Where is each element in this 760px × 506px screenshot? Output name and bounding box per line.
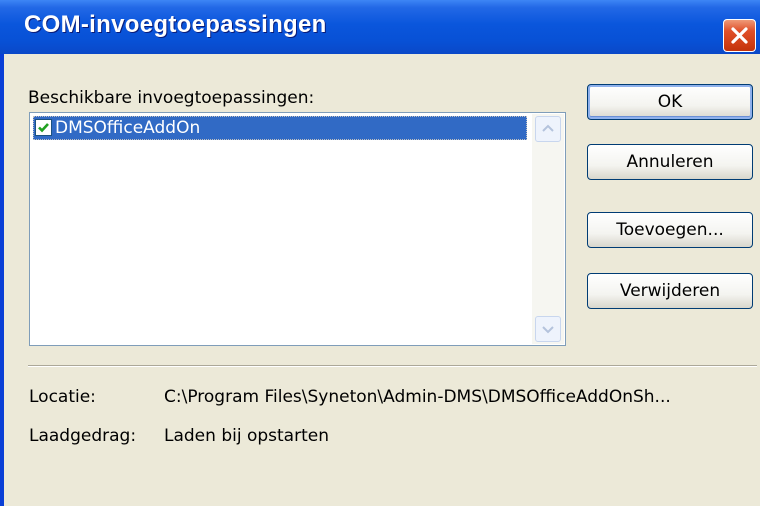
list-item[interactable]: DMSOfficeAddOn bbox=[33, 116, 527, 140]
close-button[interactable] bbox=[723, 19, 756, 52]
close-icon bbox=[731, 27, 748, 44]
dialog-window: COM-invoegtoepassingen Beschikbare invoe… bbox=[0, 0, 760, 506]
chevron-up-icon bbox=[542, 124, 554, 132]
addins-listbox[interactable]: DMSOfficeAddOn bbox=[29, 112, 566, 346]
available-label-text: Beschikbare invoegtoepassingen: bbox=[28, 88, 315, 108]
chevron-down-icon bbox=[542, 326, 554, 334]
vertical-scrollbar[interactable] bbox=[532, 114, 564, 344]
dialog-body: Beschikbare invoegtoepassingen: DMSOffic… bbox=[4, 54, 760, 506]
focus-rectangle bbox=[33, 116, 527, 140]
load-behavior-label: Laadgedrag: bbox=[29, 426, 137, 446]
remove-button[interactable]: Verwijderen bbox=[587, 273, 753, 309]
load-behavior-value: Laden bij opstarten bbox=[164, 426, 329, 446]
location-label: Locatie: bbox=[29, 387, 96, 407]
add-button[interactable]: Toevoegen... bbox=[587, 212, 753, 248]
ok-button[interactable]: OK bbox=[587, 84, 753, 120]
location-value: C:\Program Files\Syneton\Admin-DMS\DMSOf… bbox=[164, 387, 671, 407]
separator bbox=[28, 365, 757, 367]
cancel-button[interactable]: Annuleren bbox=[587, 144, 753, 180]
scroll-down-button[interactable] bbox=[535, 316, 561, 342]
title-bar[interactable]: COM-invoegtoepassingen bbox=[0, 0, 760, 54]
available-addins-label: Beschikbare invoegtoepassingen: bbox=[28, 88, 314, 108]
dialog-title: COM-invoegtoepassingen bbox=[24, 11, 327, 38]
scroll-up-button[interactable] bbox=[535, 116, 561, 142]
